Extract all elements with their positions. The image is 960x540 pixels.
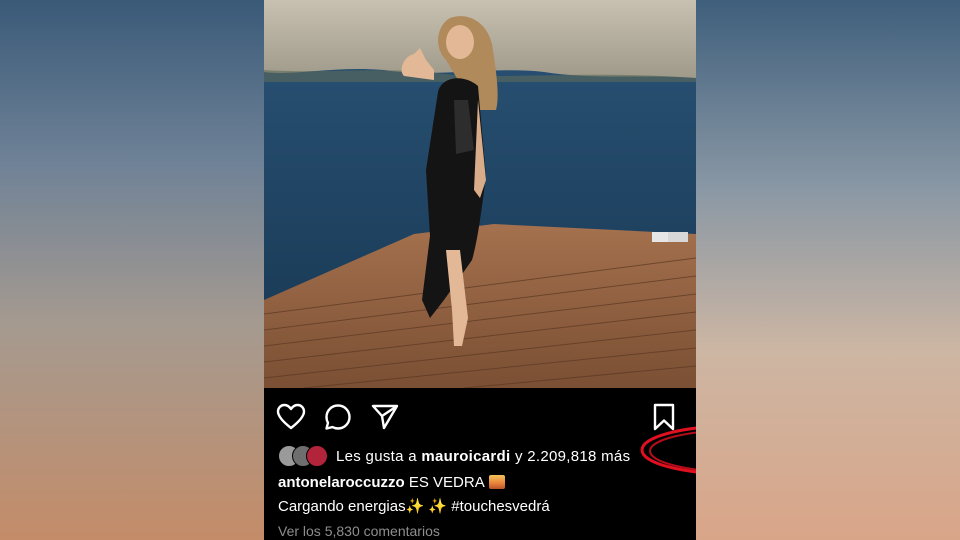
likes-suffix[interactable]: y 2.209,818 más (515, 448, 630, 465)
blurred-background-left (0, 0, 264, 540)
heart-icon[interactable] (276, 402, 306, 432)
caption-header: antonelaroccuzzo ES VEDRA (278, 474, 505, 491)
avatar (306, 445, 328, 467)
caption-username-link[interactable]: antonelaroccuzzo (278, 474, 405, 491)
view-comments-link[interactable]: Ver los 5,830 comentarios (278, 523, 440, 539)
blurred-background-right (696, 0, 960, 540)
liker-avatars[interactable] (278, 445, 332, 467)
liker-username-link[interactable]: mauroicardi (421, 448, 510, 465)
sunset-emoji-icon (488, 475, 505, 489)
post-actions (264, 398, 696, 434)
post-photo[interactable] (264, 0, 696, 388)
likes-text: Les gusta a mauroicardi y 2.209,818 más (336, 448, 630, 465)
likes-row: Les gusta a mauroicardi y 2.209,818 más (278, 444, 630, 468)
comment-icon[interactable] (323, 402, 353, 432)
location-text[interactable]: ES VEDRA (409, 474, 485, 491)
photo-scene (264, 0, 696, 388)
caption-text: Cargando energias✨ ✨ #touchesvedrá (278, 498, 550, 515)
instagram-post: Les gusta a mauroicardi y 2.209,818 más … (264, 0, 696, 540)
bookmark-icon[interactable] (649, 402, 679, 432)
likes-prefix: Les gusta a (336, 447, 417, 465)
send-icon[interactable] (370, 402, 400, 432)
